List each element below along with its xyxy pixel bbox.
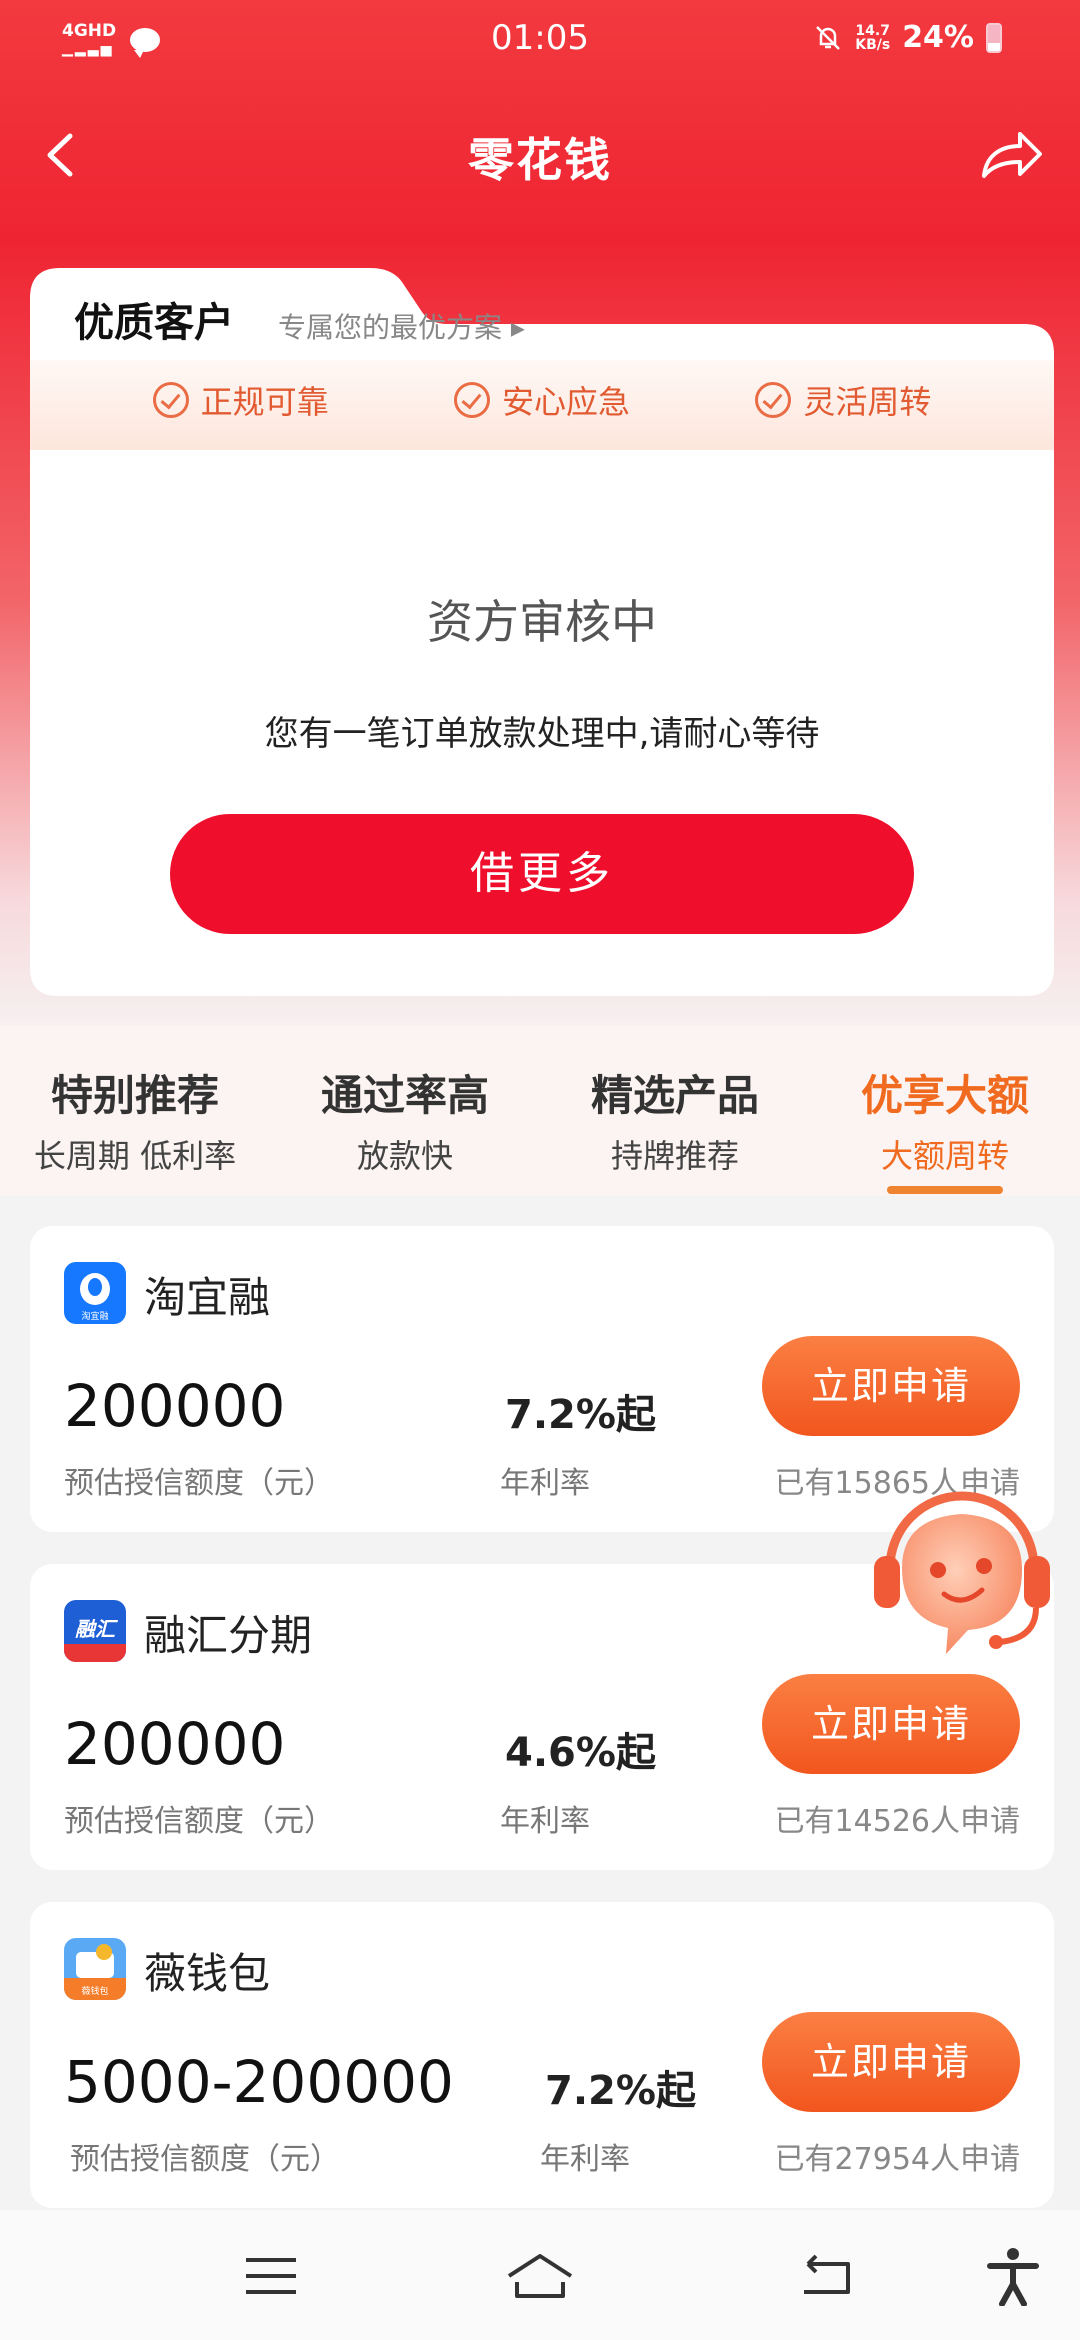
menu-nav-button[interactable]: [236, 2246, 306, 2306]
vip-title: 优质客户: [74, 300, 234, 346]
home-nav-button[interactable]: [505, 2246, 575, 2306]
product-name: 融汇分期: [144, 1611, 313, 1660]
status-bar: 4GHD ▁▂▃▅ 01:05 14.7 KB/s 24%: [0, 0, 1080, 84]
customer-service-mascot-button[interactable]: [850, 1478, 1080, 1678]
home-icon: [507, 2254, 573, 2298]
product-logo-icon: 薇钱包: [64, 1938, 126, 2000]
tab-selected-products[interactable]: 精选产品 持牌推荐: [540, 1026, 810, 1196]
category-tabs: 特别推荐 长周期 低利率 通过率高 放款快 精选产品 持牌推荐 优享大额 大额周…: [0, 1026, 1080, 1196]
product-logo-icon: 淘宜融: [64, 1262, 126, 1324]
share-arrow-icon: [982, 132, 1042, 178]
interest-rate-label: 年利率: [540, 2142, 630, 2177]
product-name: 薇钱包: [144, 1949, 271, 1998]
credit-amount: 5000-200000: [64, 2048, 454, 2116]
active-tab-indicator: [887, 1186, 1003, 1194]
apply-button[interactable]: 立即申请: [762, 1674, 1020, 1774]
apply-button[interactable]: 立即申请: [762, 1336, 1020, 1436]
accessibility-icon: [987, 2248, 1039, 2307]
borrow-more-button[interactable]: 借更多: [170, 814, 914, 934]
review-status-description: 您有一笔订单放款处理中,请耐心等待: [264, 714, 820, 754]
status-right: 14.7 KB/s 24%: [813, 20, 1002, 55]
check-circle-icon: [755, 382, 792, 418]
feature-item: 安心应急: [453, 377, 630, 423]
review-status-title: 资方审核中: [427, 595, 657, 649]
interest-rate: 7.2%起: [545, 2068, 696, 2114]
battery-percent: 24%: [902, 20, 974, 55]
interest-rate: 7.2%起: [505, 1392, 656, 1438]
accessibility-nav-button[interactable]: [978, 2246, 1048, 2307]
headset-mascot-icon: [874, 1491, 1050, 1654]
product-card[interactable]: 薇钱包 薇钱包 5000-200000 预估授信额度（元） 7.2%起 年利率 …: [30, 1902, 1054, 2208]
credit-amount: 200000: [64, 1372, 286, 1440]
menu-icon: [246, 2258, 296, 2294]
check-circle-icon: [152, 382, 189, 418]
tab-high-approval[interactable]: 通过率高 放款快: [270, 1026, 540, 1196]
interest-rate: 4.6%起: [505, 1730, 656, 1776]
svg-text:淘宜融: 淘宜融: [81, 1310, 108, 1322]
vip-subtitle-link[interactable]: 专属您的最优方案 ▸: [278, 306, 525, 346]
applicant-count: 已有14526人申请: [774, 1804, 1020, 1839]
battery-icon: [986, 22, 1002, 53]
tab-large-amount[interactable]: 优享大额 大额周转: [810, 1026, 1080, 1196]
product-name: 淘宜融: [144, 1273, 271, 1322]
share-button[interactable]: [976, 122, 1046, 188]
network-speed: 14.7 KB/s: [855, 22, 891, 53]
feature-item: 正规可靠: [152, 377, 329, 423]
tab-special-recommend[interactable]: 特别推荐 长周期 低利率: [0, 1026, 270, 1196]
interest-rate-label: 年利率: [500, 1466, 590, 1501]
credit-amount-label: 预估授信额度（元）: [64, 1466, 334, 1501]
interest-rate-label: 年利率: [500, 1804, 590, 1839]
bell-muted-icon: [813, 23, 843, 53]
credit-amount-label: 预估授信额度（元）: [70, 2142, 340, 2177]
product-logo-icon: 融汇: [64, 1600, 126, 1662]
back-nav-button[interactable]: [790, 2246, 860, 2306]
svg-text:融汇: 融汇: [75, 1617, 119, 1641]
svg-text:薇钱包: 薇钱包: [81, 1985, 108, 1997]
title-bar: 零花钱: [0, 100, 1080, 210]
check-circle-icon: [453, 382, 490, 418]
applicant-count: 已有27954人申请: [774, 2142, 1020, 2177]
apply-button[interactable]: 立即申请: [762, 2012, 1020, 2112]
page-title: 零花钱: [468, 133, 612, 187]
vip-status-card: 优质客户 专属您的最优方案 ▸ 正规可靠 安心应急 灵活周转 资方审核中 您有一…: [30, 268, 1054, 996]
system-navigation-bar: [0, 2210, 1080, 2340]
credit-amount-label: 预估授信额度（元）: [64, 1804, 334, 1839]
credit-amount: 200000: [64, 1710, 286, 1778]
return-icon: [804, 2254, 850, 2294]
feature-item: 灵活周转: [755, 377, 931, 423]
feature-row: 正规可靠 安心应急 灵活周转: [30, 350, 1054, 450]
